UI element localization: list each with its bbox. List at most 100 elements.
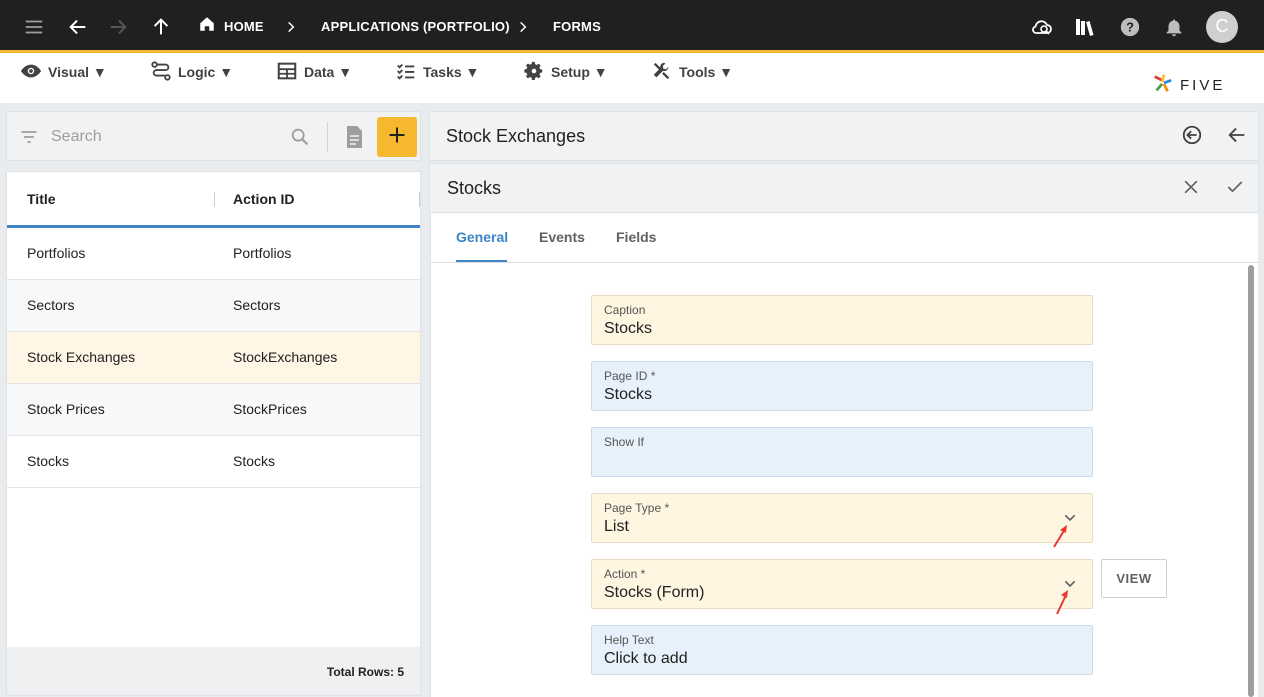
books-icon bbox=[1073, 15, 1097, 39]
column-header-action-id[interactable]: Action ID bbox=[233, 191, 294, 207]
column-header-title[interactable]: Title bbox=[27, 191, 56, 207]
show-if-label: Show If bbox=[604, 435, 645, 449]
page-sub-header: Stocks bbox=[429, 163, 1259, 213]
notifications-button[interactable] bbox=[1162, 0, 1186, 53]
page-type-value: List bbox=[604, 518, 629, 535]
menu-data-label: Data ▼ bbox=[304, 64, 353, 80]
menu-visual-label: Visual ▼ bbox=[48, 64, 107, 80]
table-row[interactable]: Sectors Sectors bbox=[7, 280, 420, 332]
tab-events[interactable]: Events bbox=[539, 229, 585, 245]
table-header: Title Action ID bbox=[7, 172, 420, 228]
cancel-button[interactable] bbox=[1179, 177, 1203, 201]
close-icon bbox=[1181, 177, 1201, 202]
search-icon[interactable] bbox=[289, 126, 311, 153]
cell-title: Stocks bbox=[27, 453, 70, 469]
breadcrumb-applications[interactable]: APPLICATIONS (PORTFOLIO) bbox=[321, 0, 510, 53]
arrow-right-icon bbox=[106, 15, 130, 39]
table-row[interactable]: Stock Prices StockPrices bbox=[7, 384, 420, 436]
show-if-field[interactable]: Show If bbox=[591, 427, 1093, 477]
arrow-left-icon bbox=[1226, 124, 1248, 151]
up-button[interactable] bbox=[149, 0, 173, 53]
home-icon bbox=[198, 15, 216, 38]
breadcrumb-forms[interactable]: FORMS bbox=[553, 0, 601, 53]
hamburger-menu-button[interactable] bbox=[22, 0, 46, 53]
page-id-field[interactable]: Page ID * Stocks bbox=[591, 361, 1093, 411]
menu-tools-label: Tools ▼ bbox=[679, 64, 734, 80]
active-tab-indicator bbox=[456, 260, 507, 262]
breadcrumb-applications-label: APPLICATIONS (PORTFOLIO) bbox=[321, 19, 510, 34]
search-divider bbox=[327, 122, 328, 152]
top-bar: HOME APPLICATIONS (PORTFOLIO) FORMS ? C bbox=[0, 0, 1264, 53]
list-search-bar bbox=[6, 111, 421, 161]
avatar: C bbox=[1206, 10, 1238, 43]
cell-title: Stock Prices bbox=[27, 401, 105, 417]
caption-field[interactable]: Caption Stocks bbox=[591, 295, 1093, 345]
library-button[interactable] bbox=[1073, 0, 1097, 53]
record-panel-header: Stock Exchanges bbox=[429, 111, 1259, 161]
action-select[interactable]: Action * Stocks (Form) bbox=[591, 559, 1093, 609]
chevron-right-icon bbox=[516, 0, 530, 53]
cell-title: Stock Exchanges bbox=[27, 349, 136, 365]
cell-action-id: StockPrices bbox=[233, 401, 307, 417]
caption-value[interactable]: Stocks bbox=[604, 320, 652, 338]
action-value: Stocks (Form) bbox=[604, 584, 705, 601]
menu-setup-label: Setup ▼ bbox=[551, 64, 608, 80]
annotation-arrow-icon bbox=[1056, 590, 1068, 615]
breadcrumb-home[interactable]: HOME bbox=[198, 0, 264, 53]
arrow-up-icon bbox=[149, 15, 173, 39]
scrollbar[interactable] bbox=[1246, 263, 1256, 697]
help-button[interactable]: ? bbox=[1118, 0, 1142, 53]
table-row-selected[interactable]: Stock Exchanges StockExchanges bbox=[7, 332, 420, 384]
page-id-value[interactable]: Stocks bbox=[604, 386, 652, 404]
record-title: Stock Exchanges bbox=[446, 126, 586, 146]
column-divider[interactable] bbox=[419, 192, 420, 207]
help-text-field[interactable]: Help Text Click to add bbox=[591, 625, 1093, 675]
menu-visual[interactable]: Visual ▼ bbox=[20, 61, 107, 83]
page-type-select[interactable]: Page Type * List bbox=[591, 493, 1093, 543]
hamburger-icon bbox=[22, 15, 46, 39]
cloud-deploy-button[interactable] bbox=[1030, 0, 1054, 53]
cell-title: Portfolios bbox=[27, 245, 86, 261]
add-record-button[interactable] bbox=[377, 117, 417, 157]
filter-icon[interactable] bbox=[19, 127, 39, 152]
caption-label: Caption bbox=[604, 303, 646, 317]
scrollbar-thumb[interactable] bbox=[1248, 265, 1254, 697]
logic-icon bbox=[150, 60, 172, 85]
menu-tools[interactable]: Tools ▼ bbox=[651, 61, 733, 83]
history-back-button[interactable] bbox=[1180, 125, 1204, 149]
tab-fields[interactable]: Fields bbox=[616, 229, 656, 245]
column-divider[interactable] bbox=[214, 192, 215, 207]
forward-button[interactable] bbox=[106, 0, 130, 53]
checklist-icon bbox=[395, 60, 417, 85]
menu-logic[interactable]: Logic ▼ bbox=[150, 60, 233, 85]
tools-icon bbox=[651, 60, 673, 85]
cell-action-id: Stocks bbox=[233, 453, 276, 469]
save-button[interactable] bbox=[1223, 177, 1247, 201]
table-icon bbox=[276, 60, 298, 85]
document-icon[interactable] bbox=[342, 124, 366, 155]
back-button[interactable] bbox=[66, 0, 90, 53]
cell-title: Sectors bbox=[27, 297, 75, 313]
cell-action-id: Sectors bbox=[233, 297, 281, 313]
five-logo-text: FIVE bbox=[1180, 77, 1226, 94]
search-input[interactable] bbox=[51, 125, 281, 149]
five-logo-mark-icon bbox=[1152, 72, 1174, 99]
page-id-label: Page ID * bbox=[604, 369, 656, 383]
annotation-arrow-icon bbox=[1053, 525, 1067, 548]
menu-tasks[interactable]: Tasks ▼ bbox=[395, 61, 479, 83]
menu-data[interactable]: Data ▼ bbox=[276, 61, 352, 83]
user-avatar-button[interactable]: C bbox=[1206, 0, 1238, 53]
cell-action-id: StockExchanges bbox=[233, 349, 338, 365]
eye-icon bbox=[20, 60, 42, 85]
menu-setup[interactable]: Setup ▼ bbox=[523, 61, 608, 83]
bell-icon bbox=[1162, 15, 1186, 39]
tab-general[interactable]: General bbox=[456, 229, 508, 245]
five-logo: FIVE bbox=[1152, 72, 1225, 99]
view-action-button[interactable]: VIEW bbox=[1101, 559, 1167, 598]
table-footer: Total Rows: 5 bbox=[7, 647, 420, 695]
close-panel-button[interactable] bbox=[1225, 125, 1249, 149]
help-icon: ? bbox=[1118, 15, 1142, 39]
help-text-value[interactable]: Click to add bbox=[604, 650, 688, 668]
table-row[interactable]: Portfolios Portfolios bbox=[7, 228, 420, 280]
table-row[interactable]: Stocks Stocks bbox=[7, 436, 420, 488]
